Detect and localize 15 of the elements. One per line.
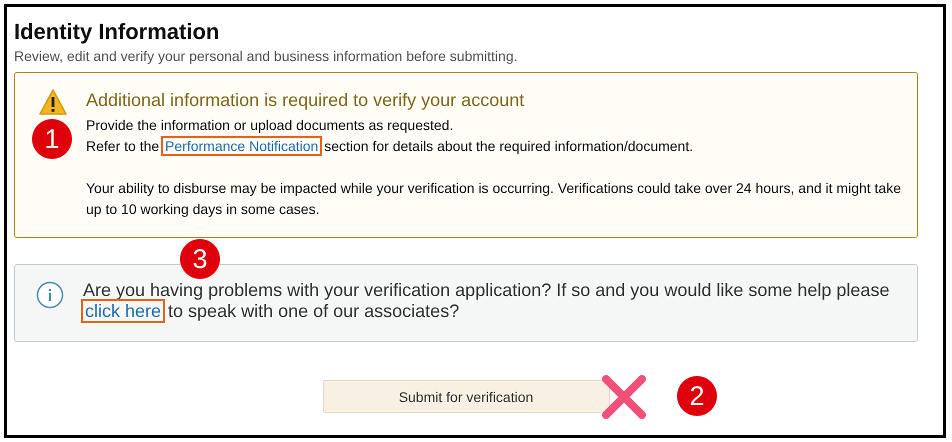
alert-text: Refer to the Performance Notification section for details about the required information/document. [86,137,694,156]
submit-button[interactable]: Submit for verification [322,380,610,413]
page-title: Identity Information [14,19,220,45]
alert-text: Provide the information or upload documents as requested. [86,116,454,135]
alert-heading: Additional information is required to verify your account [86,89,526,111]
step-number-marker: 3 [180,239,220,279]
info-icon [36,281,64,309]
link[interactable]: click here [83,301,164,321]
step-number-marker: 2 [677,376,717,416]
warning-icon [39,89,67,115]
link[interactable]: Performance Notification [163,138,320,154]
alert-text: Your ability to disburse may be impacted while your verification is occurring. Verifications could take over 24 hours, and it might take up to 10 working days in some cases. [86,179,902,219]
step-number-marker: 1 [32,119,72,159]
page-subtitle: Review, edit and verify your personal and business information before submitting. [14,48,518,64]
help-text: Are you having problems with your verification application? If so and you would like some help please click here to speak with one of our associates? [83,280,890,322]
